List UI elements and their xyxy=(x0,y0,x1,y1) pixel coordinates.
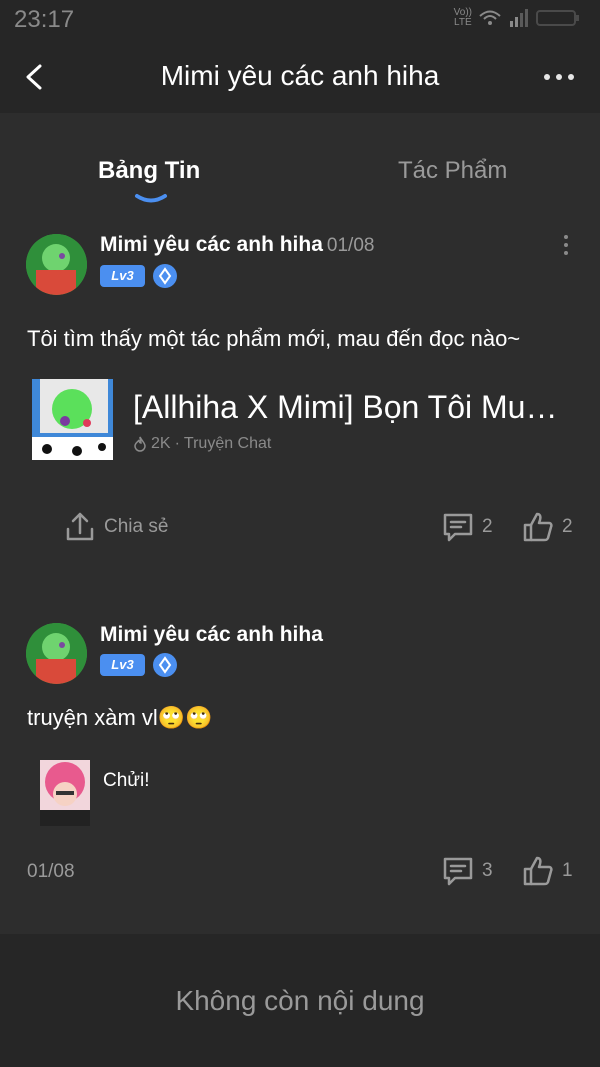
comment-icon xyxy=(443,857,473,886)
signal-icon xyxy=(510,9,528,27)
reply-thumbnail-art xyxy=(40,760,90,826)
page-title: Mimi yêu các anh hiha xyxy=(160,60,440,91)
work-meta: 2K · Truyện Chat xyxy=(133,435,271,453)
post-text: Tôi tìm thấy một tác phẩm mới, mau đến đ… xyxy=(27,326,521,351)
work-cover-image xyxy=(32,379,113,460)
comment-button[interactable]: 2 xyxy=(442,511,493,543)
feed-post: Mimi yêu các anh hiha Lv3 truyện xàm vl🙄… xyxy=(0,603,600,923)
more-options-button[interactable] xyxy=(544,74,574,80)
status-time: 23:17 xyxy=(14,6,75,33)
more-dot-icon xyxy=(556,74,562,80)
avatar-image xyxy=(26,234,87,295)
work-views: 2K xyxy=(151,435,171,452)
avatar-image xyxy=(26,623,87,684)
post-date: 01/08 xyxy=(27,861,75,882)
post-text: truyện xàm vl🙄🙄 xyxy=(27,705,213,730)
share-icon xyxy=(66,512,94,541)
reply-thumbnail xyxy=(40,760,90,826)
work-meta-separator: · xyxy=(174,435,180,452)
thumbs-up-icon xyxy=(523,512,553,542)
flame-icon xyxy=(134,436,146,452)
option-dot-icon xyxy=(564,251,568,255)
level-badge: Lv3 xyxy=(100,265,145,287)
reply-text: Chửi! xyxy=(103,770,150,791)
volte-bottom-label: LTE xyxy=(454,17,472,28)
shield-badge-icon xyxy=(153,653,177,677)
comment-count: 2 xyxy=(482,516,493,537)
battery-icon xyxy=(536,10,579,26)
post-options-button[interactable] xyxy=(564,235,568,255)
like-count: 2 xyxy=(562,516,573,537)
tab-tac-pham[interactable]: Tác Phẩm xyxy=(398,157,507,185)
comment-button[interactable]: 3 xyxy=(442,855,493,887)
feed-post: Mimi yêu các anh hiha 01/08 Lv3 Tôi tìm t… xyxy=(0,213,600,573)
work-title: [Allhiha X Mimi] Bọn Tôi Muốn Làm Người … xyxy=(133,389,573,425)
top-nav-bar: Mimi yêu các anh hiha xyxy=(0,40,600,113)
shield-badge-icon xyxy=(153,264,177,288)
work-cover-art xyxy=(32,379,113,460)
like-button[interactable]: 1 xyxy=(522,855,573,887)
share-button[interactable]: Chia sẻ xyxy=(64,511,168,543)
work-card[interactable]: [Allhiha X Mimi] Bọn Tôi Muốn Làm Người … xyxy=(32,379,573,463)
active-tab-indicator xyxy=(135,194,167,203)
more-dot-icon xyxy=(568,74,574,80)
like-button[interactable]: 2 xyxy=(522,511,573,543)
post-date: 01/08 xyxy=(326,235,375,256)
like-count: 1 xyxy=(562,860,573,881)
avatar[interactable] xyxy=(26,623,87,684)
profile-tabs: Bảng Tin Tác Phẩm xyxy=(0,113,600,213)
author-name[interactable]: Mimi yêu các anh hiha 01/08 xyxy=(100,233,374,257)
status-icons: Vo)) LTE xyxy=(454,8,580,28)
end-of-content-text: Không còn nội dung xyxy=(175,985,425,1016)
more-dot-icon xyxy=(544,74,550,80)
work-type: Truyện Chat xyxy=(183,435,272,452)
comment-icon xyxy=(443,513,473,542)
option-dot-icon xyxy=(564,243,568,247)
thumbs-up-icon xyxy=(523,856,553,886)
comment-count: 3 xyxy=(482,860,493,881)
wifi-icon xyxy=(479,10,501,25)
end-of-feed-footer: Không còn nội dung xyxy=(0,934,600,1067)
tab-bang-tin[interactable]: Bảng Tin xyxy=(98,157,200,185)
volte-indicator: Vo)) LTE xyxy=(454,8,472,28)
avatar[interactable] xyxy=(26,234,87,295)
option-dot-icon xyxy=(564,235,568,239)
quoted-reply[interactable]: Chửi! xyxy=(40,760,580,828)
author-name-text: Mimi yêu các anh hiha xyxy=(100,233,323,256)
status-bar: 23:17 Vo)) LTE xyxy=(0,0,600,40)
share-label: Chia sẻ xyxy=(104,516,169,537)
level-badge: Lv3 xyxy=(100,654,145,676)
author-name[interactable]: Mimi yêu các anh hiha xyxy=(100,623,323,647)
